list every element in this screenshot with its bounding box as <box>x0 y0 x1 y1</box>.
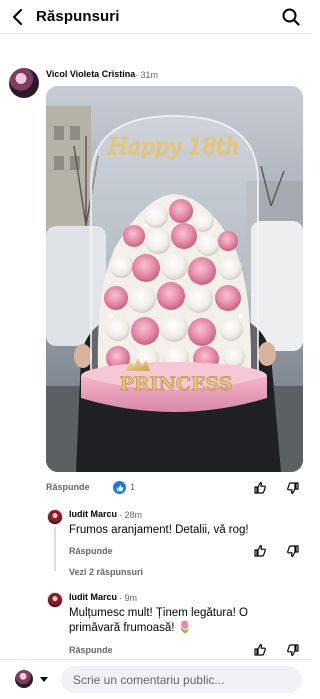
reply-author[interactable]: Iudit Marcu <box>69 509 117 519</box>
reply-button[interactable]: Răspunde <box>69 546 113 556</box>
reply-author[interactable]: Iudit Marcu <box>69 592 117 602</box>
author-avatar[interactable] <box>9 68 39 98</box>
thread-line <box>54 527 56 571</box>
view-replies-link[interactable]: Vezi 2 răspunsuri <box>69 567 143 577</box>
downvote-icon[interactable] <box>286 643 300 657</box>
plaque-text: PRINCESS <box>120 373 233 395</box>
upvote-icon[interactable] <box>253 544 267 558</box>
comment-composer <box>0 659 312 699</box>
topper-text: Happy 18th <box>108 135 240 160</box>
downvote-icon[interactable] <box>286 544 300 558</box>
upvote-icon[interactable] <box>253 643 267 657</box>
reply-time: · 9m <box>119 593 137 603</box>
reply-avatar[interactable] <box>47 509 63 525</box>
reply-avatar[interactable] <box>47 592 63 608</box>
chevron-down-icon[interactable] <box>40 677 48 682</box>
comment-time: · 31m <box>135 70 159 80</box>
reply-text: Frumos aranjament! Detalii, vă rog! <box>69 524 249 536</box>
current-user-avatar[interactable] <box>15 670 33 688</box>
reply-button[interactable]: Răspunde <box>46 482 90 492</box>
upvote-icon[interactable] <box>253 481 267 495</box>
like-count: 1 <box>130 482 136 492</box>
back-arrow-icon[interactable] <box>8 6 28 28</box>
page-title: Răspunsuri <box>36 8 120 25</box>
reply-time: · 28m <box>119 510 143 520</box>
comment-input[interactable] <box>61 666 302 693</box>
top-bar: Răspunsuri <box>0 0 312 34</box>
reply-button[interactable]: Răspunde <box>69 645 113 655</box>
comment-photo[interactable]: Happy 18th PRINCESS <box>46 86 303 472</box>
downvote-icon[interactable] <box>286 481 300 495</box>
reply-text: Mulțumesc mult! Ținem legătura! O primăv… <box>69 607 248 634</box>
comment-author[interactable]: Vicol Violeta Cristina <box>46 69 135 79</box>
search-icon[interactable] <box>280 6 302 28</box>
like-badge-icon[interactable] <box>113 481 126 494</box>
